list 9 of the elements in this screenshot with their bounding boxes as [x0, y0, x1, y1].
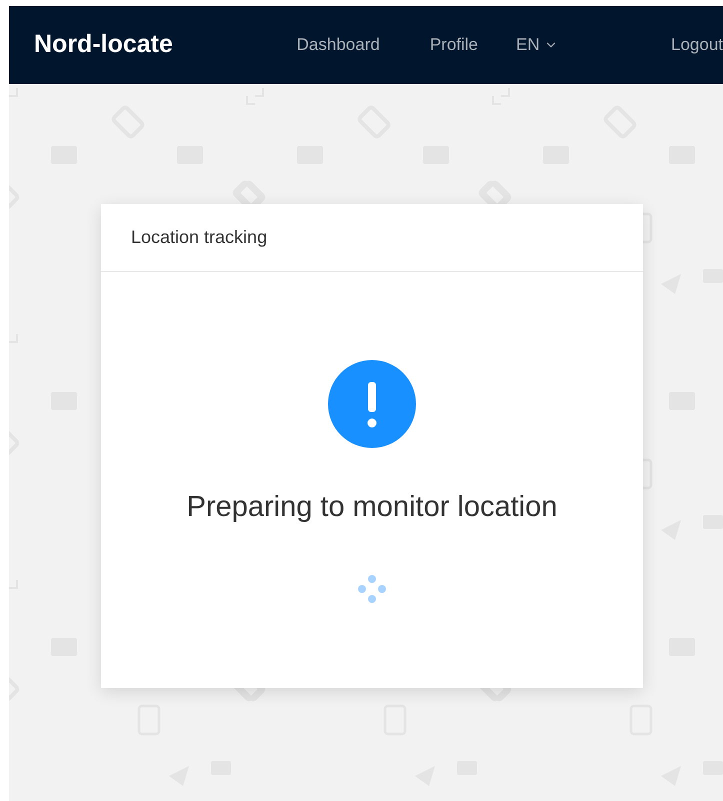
- language-dropdown[interactable]: EN: [516, 32, 621, 58]
- loading-spinner-icon: [357, 574, 387, 604]
- nav-link[interactable]: Dashboard: [296, 32, 380, 58]
- exclamation-icon: [328, 360, 416, 448]
- card-title: Location tracking: [131, 226, 268, 249]
- nav-link[interactable]: Logout: [671, 32, 723, 58]
- brand-logo[interactable]: Nord-locate: [34, 26, 197, 64]
- nav-link[interactable]: Profile: [430, 32, 478, 58]
- status-message: Preparing to monitor location: [186, 490, 558, 525]
